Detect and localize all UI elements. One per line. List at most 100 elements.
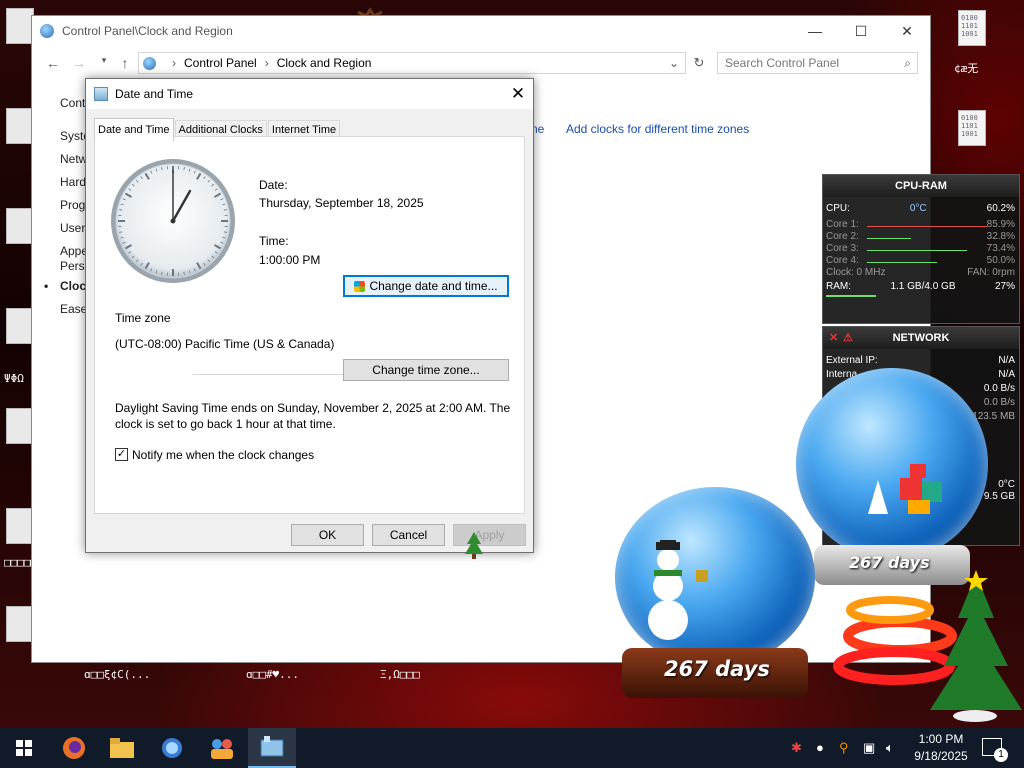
- change-time-zone-button[interactable]: Change time zone...: [343, 359, 509, 381]
- breadcrumb-chevron-icon: ›: [264, 56, 269, 70]
- people-tray-icon[interactable]: ✱: [791, 740, 802, 756]
- core-3-row: Core 3: 73.4%: [826, 243, 1015, 254]
- dialog-title: Date and Time: [115, 87, 194, 101]
- core-1-row: Core 1: 85.9%: [826, 219, 1015, 230]
- back-arrow-icon[interactable]: ←: [41, 55, 65, 71]
- admin-shield-icon: [354, 280, 366, 292]
- dst-info-line-1: Daylight Saving Time ends on Sunday, Nov…: [115, 401, 511, 415]
- sidebar-item-programs[interactable]: Prog: [60, 198, 85, 212]
- sidebar-item-appearance[interactable]: Appe: [60, 244, 88, 258]
- sidebar-item-ease-of-access[interactable]: Ease: [60, 302, 87, 316]
- breadcrumb-control-panel[interactable]: Control Panel: [184, 56, 257, 70]
- date-value: Thursday, September 18, 2025: [259, 196, 424, 210]
- notify-label[interactable]: Notify me when the clock changes: [132, 448, 314, 462]
- desktop-file-icon[interactable]: [6, 606, 34, 642]
- up-arrow-icon[interactable]: ↑: [113, 55, 137, 71]
- breadcrumb-clock-and-region[interactable]: Clock and Region: [277, 56, 372, 70]
- desktop-file-icon[interactable]: [6, 308, 34, 344]
- desktop-file-icon[interactable]: [6, 508, 34, 544]
- address-bar[interactable]: › Control Panel › Clock and Region ⌄: [138, 52, 686, 74]
- notify-checkbox[interactable]: ✓: [115, 448, 128, 461]
- taskbar-time: 1:00 PM: [918, 732, 964, 746]
- close-icon[interactable]: ✕: [884, 16, 930, 46]
- core-1-bar: [867, 226, 987, 227]
- core-4-bar: [867, 262, 937, 263]
- maximize-icon[interactable]: ☐: [838, 16, 884, 46]
- desktop-file-icon[interactable]: [6, 408, 34, 444]
- ram-row: RAM: 1.1 GB/4.0 GB 27%: [826, 281, 1015, 292]
- warning-icon: ⚠: [843, 332, 853, 344]
- cpu-row: CPU: 0°C 60.2%: [826, 203, 1015, 214]
- people-app-icon[interactable]: [198, 728, 246, 768]
- notification-count-badge: 1: [994, 748, 1008, 762]
- window-title: Control Panel\Clock and Region: [62, 24, 233, 38]
- firefox-icon[interactable]: [50, 728, 98, 768]
- cpu-ram-title: CPU-RAM: [823, 175, 1019, 197]
- core-2-row: Core 2: 32.8%: [826, 231, 1015, 242]
- desktop-file-icon[interactable]: [6, 108, 34, 144]
- snowman-icon: [628, 534, 718, 643]
- christmas-tree-icon: [830, 570, 1024, 729]
- cancel-button[interactable]: Cancel: [372, 524, 445, 546]
- desktop-file-icon[interactable]: [6, 208, 34, 244]
- days-counter-large: 267 days: [664, 657, 770, 681]
- change-date-time-label: Change date and time...: [369, 279, 498, 293]
- presents-decoration-icon: [860, 460, 950, 523]
- dst-info-line-2: clock is set to go back 1 hour at that t…: [115, 417, 336, 431]
- tab-date-and-time[interactable]: Date and Time: [94, 118, 174, 141]
- control-panel-globe-icon: [143, 56, 156, 70]
- search-icon[interactable]: ⌕: [904, 53, 911, 73]
- file-explorer-icon[interactable]: [98, 728, 146, 768]
- ok-button[interactable]: OK: [291, 524, 364, 546]
- control-panel-taskbar-icon[interactable]: [248, 728, 296, 768]
- dialog-title-bar[interactable]: Date and Time ✕: [86, 79, 533, 109]
- forward-arrow-icon[interactable]: →: [67, 55, 91, 71]
- external-ip-row: External IP: N/A: [826, 355, 1015, 366]
- volume-icon[interactable]: 🔈︎: [886, 740, 894, 756]
- start-button[interactable]: [0, 728, 48, 768]
- sidebar-item-network[interactable]: Netw: [60, 152, 87, 166]
- time-zone-value: (UTC-08:00) Pacific Time (US & Canada): [115, 337, 335, 351]
- breadcrumb-chevron-icon: ›: [172, 56, 176, 70]
- desktop-binary-file-icon[interactable]: 0100 1101 1001: [958, 110, 986, 146]
- desktop-file-icon[interactable]: [6, 8, 34, 44]
- ram-bar: [826, 295, 876, 297]
- globe-app-icon[interactable]: [148, 728, 196, 768]
- taskbar-date: 9/18/2025: [914, 749, 968, 763]
- clock-fan-row: Clock: 0 MHz FAN: 0rpm: [826, 267, 1015, 278]
- control-panel-icon: [40, 24, 54, 38]
- desktop-label: ¢æ无: [954, 62, 979, 75]
- desktop-label: Ξ,Ω□□□: [380, 668, 420, 681]
- time-zone-heading: Time zone: [115, 311, 171, 325]
- network-disconnected-icon[interactable]: ▣: [863, 740, 875, 756]
- drop-tray-icon[interactable]: ●: [816, 740, 824, 755]
- desktop-label: ΨΦΩ: [4, 372, 24, 385]
- time-value: 1:00:00 PM: [259, 253, 321, 267]
- sidebar-item-user-accounts[interactable]: User: [60, 221, 85, 235]
- desktop-binary-file-icon[interactable]: 0100 1101 1001: [958, 10, 986, 46]
- refresh-icon[interactable]: ↻: [688, 52, 710, 74]
- tree-cursor-icon: [463, 530, 485, 563]
- search-tray-icon[interactable]: ⚲: [839, 740, 849, 756]
- taskbar-clock[interactable]: 1:00 PM 9/18/2025: [906, 731, 976, 765]
- windows-logo-icon: [16, 740, 32, 756]
- cpu-ram-gadget[interactable]: CPU-RAM CPU: 0°C 60.2% Core 1: 85.9% Core…: [822, 174, 1020, 324]
- close-icon[interactable]: ✕: [503, 79, 533, 109]
- change-date-time-button[interactable]: Change date and time...: [343, 275, 509, 297]
- desktop-label: ɑ□□#♥...: [246, 668, 299, 681]
- search-input[interactable]: Search Control Panel ⌕: [717, 52, 918, 74]
- date-label: Date:: [259, 178, 288, 192]
- error-x-icon: ✕: [829, 332, 839, 344]
- address-dropdown-icon[interactable]: ⌄: [669, 56, 679, 70]
- date-time-tab-panel: Date: Thursday, September 18, 2025 Time:…: [94, 136, 525, 514]
- core-4-row: Core 4: 50.0%: [826, 255, 1015, 266]
- date-time-icon: [94, 87, 108, 101]
- sidebar-item-hardware[interactable]: Hard: [60, 175, 86, 189]
- network-title: ✕ ⚠ NETWORK: [823, 327, 1019, 349]
- minimize-icon[interactable]: —: [792, 16, 838, 46]
- link-add-clocks[interactable]: Add clocks for different time zones: [566, 122, 749, 136]
- core-2-bar: [867, 238, 911, 239]
- search-placeholder: Search Control Panel: [725, 56, 840, 70]
- sidebar-item-control-panel-home[interactable]: Cont: [60, 96, 85, 110]
- analog-clock: [109, 157, 237, 285]
